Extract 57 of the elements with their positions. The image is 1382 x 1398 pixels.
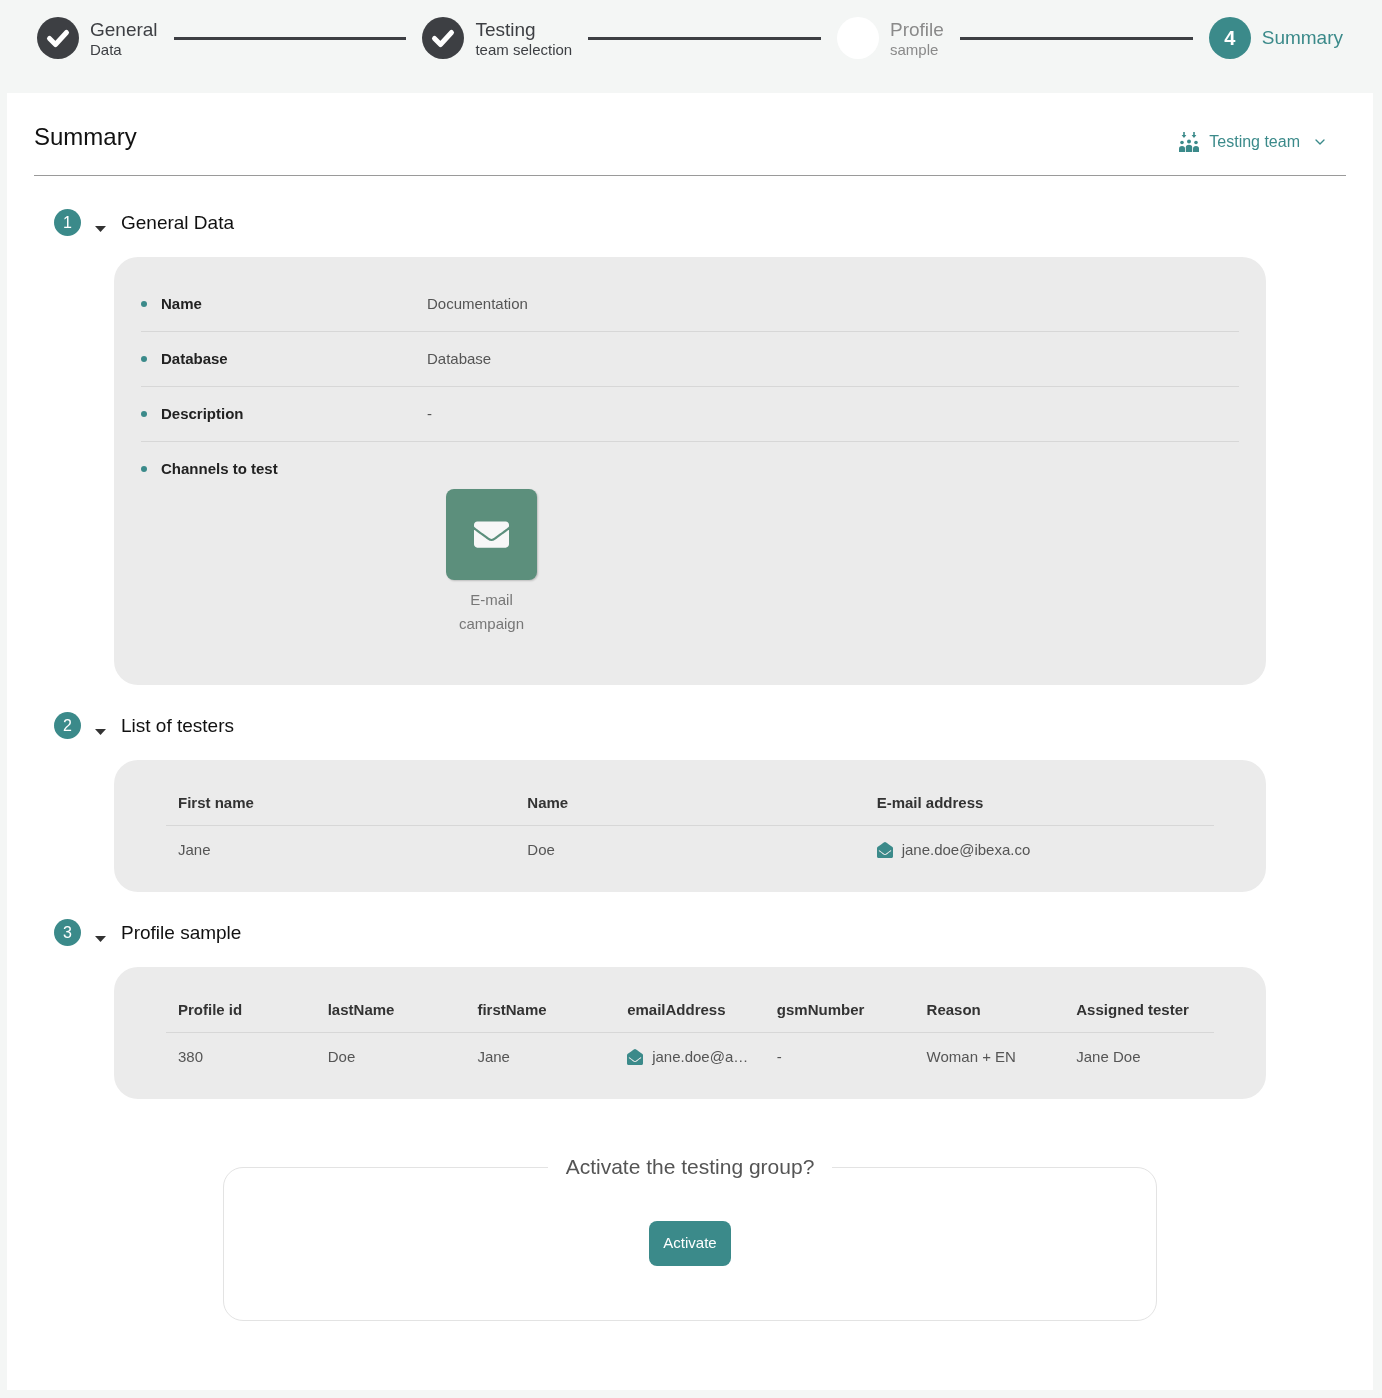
step-number: 4 <box>1208 17 1251 59</box>
column-header: emailAddress <box>627 1001 726 1018</box>
section-title: List of testers <box>121 713 234 738</box>
column-header: firstName <box>477 1001 547 1018</box>
column-header: E-mail address <box>876 794 984 811</box>
column-header: lastName <box>327 1001 395 1018</box>
table-cell: Doe <box>527 841 555 858</box>
column-header: First name <box>178 794 254 811</box>
field-label: Name <box>161 294 202 314</box>
bullet-icon <box>141 301 147 307</box>
team-dropdown[interactable]: Testing team <box>1179 132 1328 152</box>
section-number: 3 <box>54 919 81 946</box>
bullet-icon <box>141 356 147 362</box>
channel-tile[interactable] <box>446 489 537 580</box>
step-subtitle: sample <box>890 40 940 58</box>
caret-down-icon[interactable] <box>95 936 106 942</box>
envelope-open-icon <box>876 842 893 858</box>
table-cell: 380 <box>178 1048 204 1065</box>
section-title: General Data <box>121 210 234 235</box>
field-label: Description <box>161 404 244 424</box>
field-value: Documentation <box>427 294 528 314</box>
confirm-prompt: Activate the testing group? <box>564 1154 816 1180</box>
section-number: 2 <box>54 712 81 739</box>
column-header: Reason <box>926 1001 981 1018</box>
table-cell: jane.doe@a… <box>652 1047 749 1067</box>
column-header: Profile id <box>178 1001 243 1018</box>
step-title: Testing <box>475 18 537 41</box>
step-subtitle: Data <box>90 40 123 58</box>
table-cell: Jane <box>477 1048 510 1065</box>
field-label: Channels to test <box>161 459 278 479</box>
table-cell: Doe <box>327 1048 356 1065</box>
column-header: Assigned tester <box>1076 1001 1189 1018</box>
caret-down-icon[interactable] <box>95 226 106 232</box>
bullet-icon <box>141 466 147 472</box>
activate-button[interactable]: Activate <box>649 1221 731 1266</box>
column-header: gsmNumber <box>776 1001 865 1018</box>
table-cell: Woman + EN <box>926 1048 1016 1065</box>
step-title: Profile <box>890 18 944 41</box>
field-value: Database <box>427 349 492 369</box>
section-number: 1 <box>54 209 81 236</box>
people-group-icon <box>1179 132 1200 152</box>
section-title: Profile sample <box>121 920 242 945</box>
table-cell: - <box>776 1048 782 1065</box>
envelope-open-icon <box>627 1049 644 1065</box>
step-subtitle: team selection <box>475 40 573 58</box>
table-cell: Jane <box>178 841 211 858</box>
bullet-icon <box>141 411 147 417</box>
field-value: - <box>427 404 432 424</box>
table-cell: Jane Doe <box>1076 1048 1141 1065</box>
step-title: General <box>90 18 158 41</box>
table-cell: jane.doe@ibexa.co <box>901 840 1031 860</box>
column-header: Name <box>527 794 569 811</box>
caret-down-icon[interactable] <box>95 729 106 735</box>
field-label: Database <box>161 349 228 369</box>
step-title: Summary <box>1261 27 1343 49</box>
channel-label: E-mail campaign <box>457 590 525 634</box>
card-title: Summary <box>34 122 137 152</box>
